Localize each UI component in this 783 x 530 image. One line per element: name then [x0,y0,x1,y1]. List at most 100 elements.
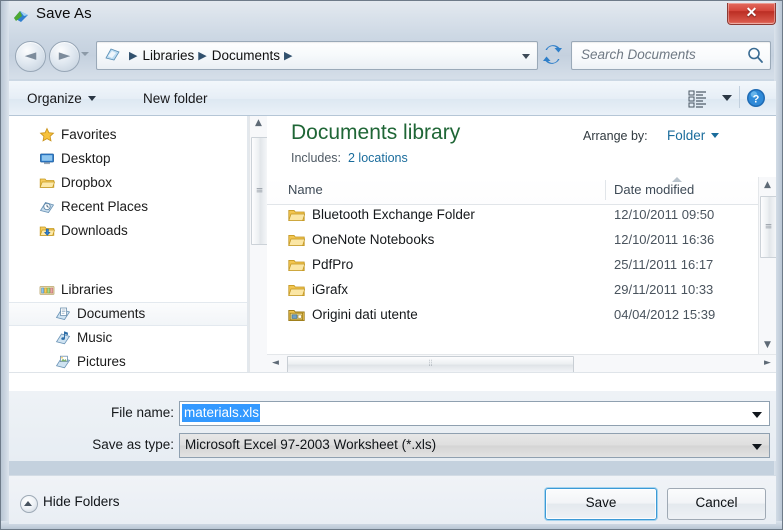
view-mode-button[interactable] [688,89,712,109]
column-divider[interactable] [605,180,606,200]
libraries-icon [39,282,55,298]
sidebar-label: Pictures [77,354,126,369]
search-placeholder: Search Documents [581,47,696,62]
organize-label: Organize [27,91,82,106]
scroll-left-button[interactable]: ◄ [267,355,284,372]
nav-group-libraries: Libraries Documents Music Pictures [9,278,247,374]
table-row[interactable]: Origini dati utente 04/04/2012 15:39 [267,304,759,329]
navigation-bar: ◄ ► ▶ Libraries ▶ Documents ▶ Search Doc… [1,35,782,75]
scrollbar-thumb[interactable]: ≡ [251,137,268,245]
file-name: Origini dati utente [312,307,418,322]
back-button[interactable]: ◄ [15,41,46,72]
table-row[interactable]: iGrafx 29/11/2011 10:33 [267,279,759,304]
nav-group-favorites: Favorites Desktop Dropbox Recent Places … [9,123,247,243]
includes-label: Includes: [291,151,342,165]
save-as-type-select[interactable]: Microsoft Excel 97-2003 Worksheet (*.xls… [179,433,770,458]
star-icon [39,127,55,143]
address-bar[interactable]: ▶ Libraries ▶ Documents ▶ [96,41,538,70]
save-button[interactable]: Save [545,488,657,520]
includes-locations-link[interactable]: 2 locations [348,151,408,165]
view-mode-list-icon [688,90,706,108]
file-list: Bluetooth Exchange Folder 12/10/2011 09:… [267,204,759,354]
sidebar-item-documents[interactable]: Documents [9,302,247,326]
forward-button[interactable]: ► [49,41,80,72]
navigation-pane-scrollbar[interactable]: ▲ ≡ ▼ [249,115,268,391]
save-form: File name: materials.xls Save as type: M… [9,391,776,461]
organize-button[interactable]: Organize [21,88,102,110]
sidebar-label: Dropbox [61,175,113,190]
downloads-folder-icon [39,223,56,239]
save-as-dialog: Save As ✕ ◄ ► ▶ Libraries ▶ Documents ▶ … [0,0,783,530]
sidebar-item-libraries[interactable]: Libraries [9,278,247,302]
file-date-modified: 12/10/2011 09:50 [614,207,715,222]
scroll-up-button[interactable]: ▲ [250,115,267,132]
address-dropdown-icon[interactable] [522,54,530,59]
new-folder-label: New folder [143,91,208,106]
breadcrumb-item-libraries[interactable]: Libraries [142,48,194,63]
sidebar-item-desktop[interactable]: Desktop [9,147,247,171]
scroll-up-button[interactable]: ▲ [759,177,776,194]
sidebar-item-music[interactable]: Music [9,326,247,350]
chevron-up-icon: ▲ [764,180,771,190]
breadcrumb-separator-1: ▶ [198,49,207,62]
sidebar-label: Music [77,330,113,345]
file-name-input[interactable]: materials.xls [179,401,770,426]
command-bar-divider [739,86,740,108]
command-bar: Organize New folder ? [9,81,776,116]
sidebar-item-pictures[interactable]: Pictures [9,350,247,374]
sidebar-item-downloads[interactable]: Downloads [9,219,247,243]
column-header-name[interactable]: Name [288,182,323,197]
file-name-value: materials.xls [182,404,261,422]
window-title: Save As [36,5,92,22]
table-row[interactable]: Bluetooth Exchange Folder 12/10/2011 09:… [267,204,759,229]
back-arrow-icon: ◄ [24,46,37,64]
recent-locations-icon[interactable] [81,52,89,56]
sidebar-item-dropbox[interactable]: Dropbox [9,171,247,195]
file-name: iGrafx [312,282,349,297]
refresh-button[interactable] [541,42,564,67]
chevron-up-circle-icon [20,495,38,513]
library-folder-icon [104,46,121,63]
file-date-modified: 25/11/2011 16:17 [614,257,714,272]
breadcrumb-item-documents[interactable]: Documents [212,48,280,63]
scrollbar-grip-icon: ⦙⦙ [428,359,433,369]
file-list-scrollbar[interactable]: ▲ ≡ ▼ [758,177,776,354]
arrange-by-text: Folder [667,128,706,143]
special-folder-icon [288,308,305,323]
horizontal-scrollbar-thumb[interactable]: ⦙⦙ [287,356,574,373]
file-date-modified: 29/11/2011 10:33 [614,282,714,297]
dialog-footer: Hide Folders Save Cancel [9,475,776,524]
save-as-icon [12,7,30,25]
svg-text:?: ? [753,94,760,106]
scroll-right-button[interactable]: ► [759,355,776,372]
arrange-by-value[interactable]: Folder [667,128,720,143]
table-row[interactable]: PdfPro 25/11/2011 16:17 [267,254,759,279]
sidebar-item-favorites[interactable]: Favorites [9,123,247,147]
search-input[interactable]: Search Documents [571,41,771,70]
folder-icon [288,258,306,273]
hide-folders-label: Hide Folders [43,494,120,509]
file-date-modified: 12/10/2011 16:36 [614,232,715,247]
file-name-dropdown-icon[interactable] [752,412,762,418]
scrollbar-grip-icon: ≡ [255,186,264,196]
folder-icon [39,175,56,191]
chevron-down-icon: ▼ [764,340,771,350]
save-as-type-dropdown-icon[interactable] [752,444,762,450]
desktop-icon [39,151,55,167]
refresh-icon [543,45,562,64]
view-mode-dropdown-icon[interactable] [722,95,732,101]
help-button[interactable]: ? [746,88,766,108]
scrollbar-thumb[interactable]: ≡ [760,196,776,258]
chevron-left-icon: ◄ [272,358,279,368]
scroll-down-button[interactable]: ▼ [759,337,776,354]
sidebar-item-recent-places[interactable]: Recent Places [9,195,247,219]
column-header-date-modified[interactable]: Date modified [614,182,694,197]
close-button[interactable]: ✕ [727,3,776,25]
folder-icon [288,283,306,298]
new-folder-button[interactable]: New folder [137,88,214,110]
cancel-button[interactable]: Cancel [667,488,766,520]
breadcrumb-separator-0: ▶ [129,49,138,62]
sort-ascending-icon [672,177,682,182]
file-list-horizontal-scrollbar[interactable]: ◄ ⦙⦙ ► [267,354,776,373]
table-row[interactable]: OneNote Notebooks 12/10/2011 16:36 [267,229,759,254]
